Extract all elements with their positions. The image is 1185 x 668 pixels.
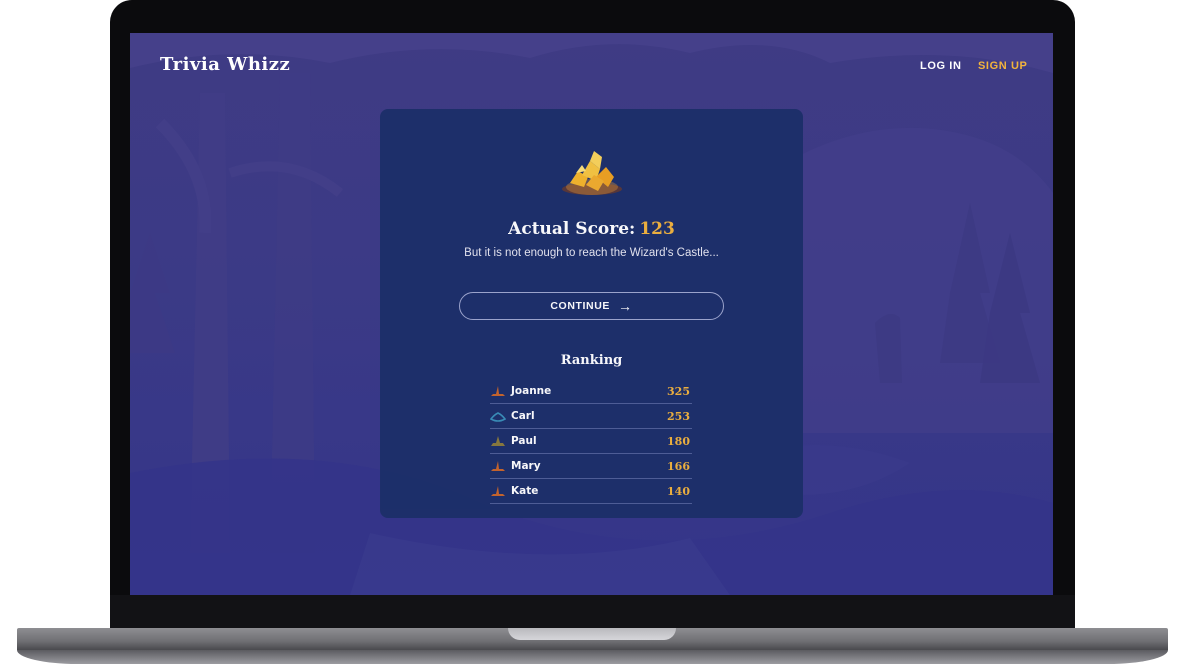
ranking-score: 140 bbox=[667, 484, 690, 498]
ranking-row: Carl 253 bbox=[490, 404, 692, 429]
result-card: Actual Score: 123 But it is not enough to… bbox=[380, 109, 803, 518]
ranking-title: Ranking bbox=[560, 353, 623, 368]
arrow-right-icon: → bbox=[618, 298, 633, 314]
score-value: 123 bbox=[639, 219, 675, 239]
ranking-score: 166 bbox=[667, 459, 690, 473]
ranking-name: Joanne bbox=[511, 385, 552, 397]
gold-pile-icon bbox=[562, 151, 622, 195]
app-screen: Trivia Whizz LOG IN SIGN UP Actual Score… bbox=[130, 33, 1053, 595]
score-heading: Actual Score: 123 bbox=[380, 219, 803, 239]
laptop-bezel bbox=[110, 595, 1075, 628]
ranking-score: 253 bbox=[667, 409, 690, 423]
ranking-score: 180 bbox=[667, 434, 690, 448]
ranking-row: Joanne 325 bbox=[490, 379, 692, 404]
ranking-row: Paul 180 bbox=[490, 429, 692, 454]
laptop-hinge-notch bbox=[508, 628, 676, 640]
hat-icon bbox=[491, 386, 505, 396]
hat-icon bbox=[491, 461, 505, 471]
ranking-name: Paul bbox=[511, 435, 537, 447]
hat-icon bbox=[491, 486, 505, 496]
ranking-list: Joanne 325 Carl 253 Paul 180 Mary 166 Ka… bbox=[490, 379, 692, 504]
login-link[interactable]: LOG IN bbox=[920, 60, 962, 72]
signup-link[interactable]: SIGN UP bbox=[978, 60, 1027, 72]
score-label: Actual Score: bbox=[508, 219, 636, 239]
laptop-base-edge bbox=[17, 650, 1168, 664]
ranking-name: Mary bbox=[511, 460, 541, 472]
ranking-score: 325 bbox=[667, 384, 690, 398]
ranking-name: Carl bbox=[511, 410, 535, 422]
continue-button[interactable]: CONTINUE → bbox=[459, 292, 724, 320]
app-logo[interactable]: Trivia Whizz bbox=[160, 54, 290, 75]
continue-label: CONTINUE bbox=[550, 300, 611, 312]
ranking-row: Mary 166 bbox=[490, 454, 692, 479]
ranking-row: Kate 140 bbox=[490, 479, 692, 504]
ranking-name: Kate bbox=[511, 485, 539, 497]
hat-icon bbox=[491, 436, 505, 446]
hat-icon bbox=[490, 412, 506, 422]
result-message: But it is not enough to reach the Wizard… bbox=[464, 247, 719, 259]
